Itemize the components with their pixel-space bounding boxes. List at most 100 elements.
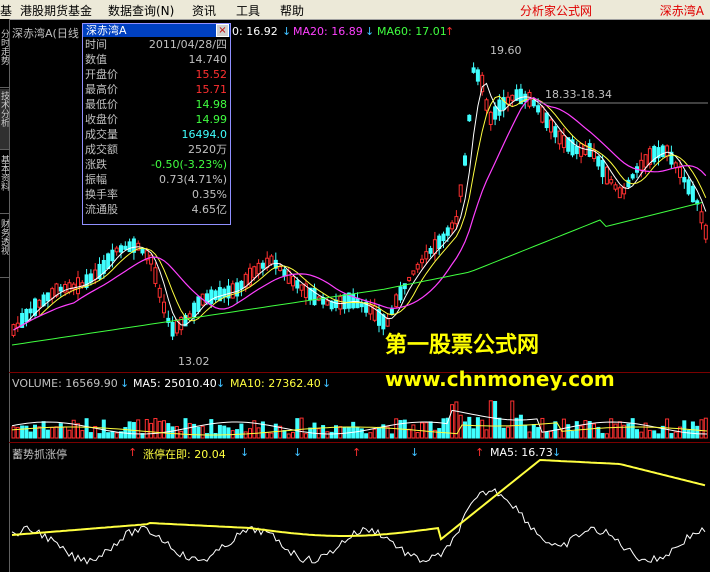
volume-bar: [144, 419, 149, 439]
volume-bar: [506, 426, 510, 439]
high-annotation: 19.60: [490, 44, 522, 57]
volume-bar: [647, 429, 652, 439]
data-window-value: 14.98: [195, 98, 228, 111]
volume-bar: [20, 425, 25, 439]
candle-body: [579, 143, 584, 157]
data-window-row: 最低价 14.98: [83, 97, 230, 112]
volume-bar: [540, 417, 545, 439]
volume-bar: [389, 433, 394, 439]
candle-body: [497, 99, 502, 116]
volume-bar: [351, 421, 356, 439]
volume-bar: [265, 432, 270, 439]
volume-bar: [592, 423, 596, 439]
volume-bar: [11, 426, 16, 439]
candle-body: [450, 222, 455, 230]
volume-bar: [415, 432, 420, 439]
data-window-row: 时间 2011/04/28/四: [83, 37, 230, 52]
candle-body: [110, 249, 115, 262]
candle-body: [540, 106, 545, 123]
volume-bar: [471, 428, 476, 439]
down-arrow-icon: ↓: [216, 377, 226, 390]
volume-bar: [338, 426, 343, 439]
candle-body: [544, 112, 549, 129]
volume-bar: [570, 431, 575, 439]
volume-bar: [604, 433, 609, 439]
volume-bar: [222, 425, 227, 439]
candle-body: [407, 276, 412, 282]
volume-bar: [669, 433, 674, 439]
candle-body: [557, 130, 562, 145]
up-arrow-icon: ↑: [352, 446, 362, 459]
volume-bar: [187, 422, 192, 439]
volume-bar: [226, 427, 231, 439]
candle-body: [127, 241, 132, 253]
down-arrow-icon: ↓: [293, 446, 303, 459]
candle-body: [536, 105, 541, 113]
candle-body: [76, 277, 80, 295]
candle-body: [415, 263, 420, 270]
candle-body: [471, 67, 476, 73]
data-window-title[interactable]: 深赤湾A ×: [83, 24, 230, 37]
volume-bar: [286, 433, 291, 439]
candle-body: [149, 254, 154, 265]
volume-bar: [686, 429, 691, 439]
volume-bar: [437, 428, 442, 439]
candle-body: [493, 106, 498, 120]
volume-bar: [213, 432, 218, 439]
candle-body: [37, 299, 42, 308]
close-icon[interactable]: ×: [216, 24, 229, 37]
volume-bar: [497, 417, 502, 439]
data-window-value: 14.99: [195, 113, 228, 126]
data-window-value: 14.740: [188, 53, 228, 66]
volume-bar: [673, 431, 678, 439]
candle-body: [140, 248, 145, 254]
volume-bar: [579, 425, 584, 439]
volume-bar: [441, 418, 446, 439]
candle-body: [24, 308, 29, 323]
volume-bar: [45, 429, 50, 439]
candle-body: [441, 233, 446, 242]
candle-body: [209, 289, 214, 304]
volume-bar: [174, 426, 179, 439]
indicator-line2: MA5: 16.73: [490, 446, 553, 459]
volume-bar: [205, 433, 209, 439]
data-window-value: 15.52: [195, 68, 228, 81]
candle-body: [682, 176, 687, 183]
candle-body: [256, 262, 261, 275]
volume-bar: [24, 425, 29, 439]
candle-body: [187, 313, 192, 318]
data-window-label: 时间: [85, 38, 107, 51]
data-window-value: 16494.0: [181, 128, 228, 141]
candle-body: [428, 247, 433, 254]
volume-bar: [467, 416, 472, 439]
candle-body: [192, 302, 197, 318]
volume-bar: [106, 432, 111, 439]
candle-body: [574, 145, 579, 155]
candle-body: [583, 145, 588, 155]
volume-bar: [531, 424, 536, 439]
data-window[interactable]: 深赤湾A × 时间 2011/04/28/四 数值 14.740 开盘价 15.52 最高价…: [82, 23, 231, 225]
volume-bar: [67, 429, 72, 439]
data-window-label: 最高价: [85, 83, 118, 96]
candle-body: [291, 275, 295, 287]
candle-body: [596, 156, 601, 167]
volume-bar: [325, 431, 330, 439]
volume-bar: [235, 429, 240, 439]
candle-body: [699, 211, 704, 224]
volume-bar: [28, 431, 33, 439]
candle-body: [630, 174, 635, 179]
volume-bar: [295, 418, 300, 439]
data-window-row: 收盘价 14.99: [83, 112, 230, 127]
volume-bar: [407, 428, 412, 439]
data-window-label: 收盘价: [85, 113, 118, 126]
candle-body: [106, 253, 111, 270]
volume-bar: [50, 427, 55, 439]
volume-bar: [377, 426, 381, 439]
volume-bar: [656, 433, 661, 439]
volume-bar: [424, 422, 429, 439]
volume-bar: [110, 431, 115, 439]
volume-bar: [518, 414, 523, 439]
candle-body: [703, 224, 708, 240]
candle-body: [686, 179, 691, 195]
volume-bar: [101, 419, 106, 439]
